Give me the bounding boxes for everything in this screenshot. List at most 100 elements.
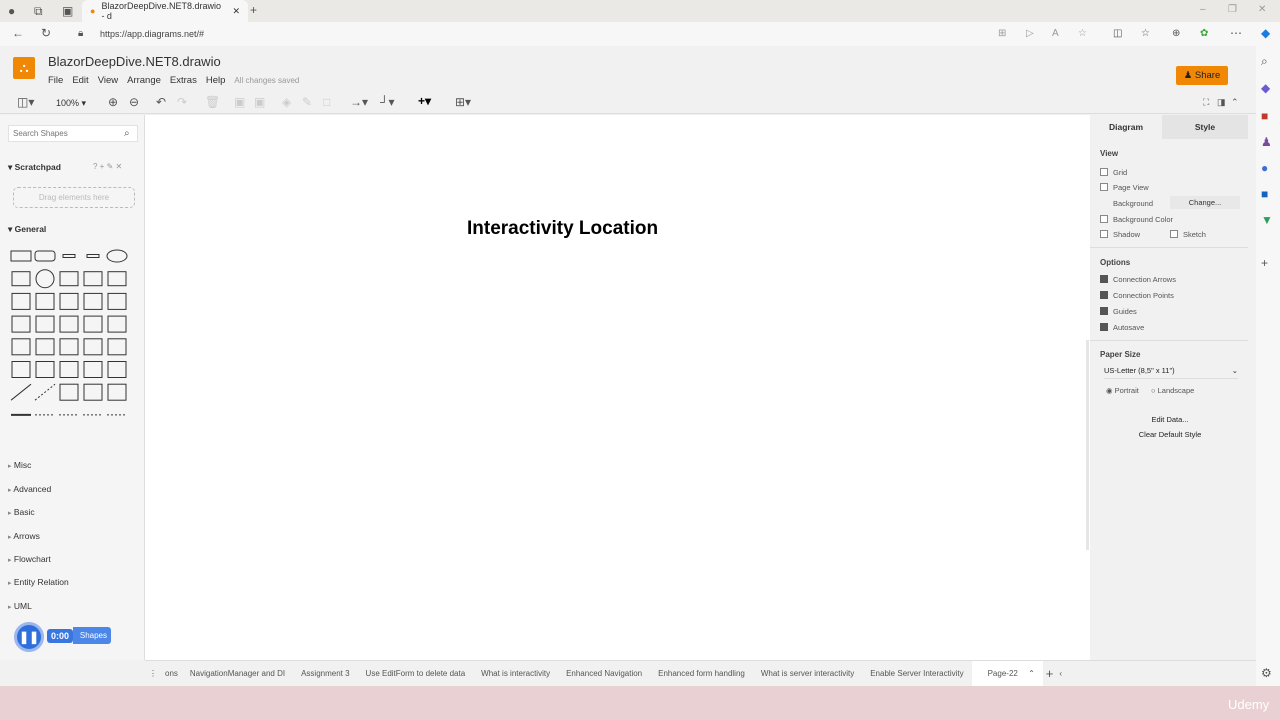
page-tab[interactable]: Use EditForm to delete data [358, 669, 474, 678]
insert-icon[interactable]: +▾ [418, 94, 431, 108]
sidebar-section-arrows[interactable]: ▸ Arrows [8, 531, 40, 541]
more-shapes-button[interactable]: Shapes [73, 627, 111, 644]
office-icon[interactable]: ● [1261, 161, 1268, 175]
vertical-scrollbar[interactable] [1086, 340, 1089, 550]
zoom-out-icon[interactable]: ⊖ [129, 95, 139, 109]
pages-menu-icon[interactable]: ⋮ [145, 669, 161, 678]
new-tab-icon[interactable]: + [250, 3, 257, 17]
shape-r2-c1[interactable] [35, 292, 55, 310]
general-header[interactable]: ▾ General [8, 224, 46, 235]
shape-r0-c1[interactable] [34, 250, 56, 262]
close-tab-icon[interactable]: ✕ [232, 6, 240, 17]
read-aloud-icon[interactable]: A [1052, 27, 1059, 41]
scratchpad-actions[interactable]: ? + ✎ ✕ [93, 162, 122, 171]
app-available-icon[interactable]: ⊞ [998, 27, 1006, 41]
shape-r4-c4[interactable] [107, 338, 127, 356]
sidebar-section-entity-relation[interactable]: ▸ Entity Relation [8, 577, 69, 587]
profile-icon[interactable]: ● [8, 4, 15, 18]
fill-color-icon[interactable]: ◈ [282, 95, 291, 109]
menu-view[interactable]: View [98, 75, 118, 86]
search-shapes-input[interactable] [8, 125, 138, 142]
page-tab[interactable]: Enhanced form handling [650, 669, 753, 678]
shape-r5-c0[interactable] [11, 361, 31, 378]
portrait-radio[interactable]: ◉ Portrait [1106, 386, 1139, 395]
shape-r2-c0[interactable] [11, 292, 31, 310]
zoom-in-icon[interactable]: ⊕ [108, 95, 118, 109]
page-tab[interactable]: ons [161, 669, 182, 678]
page-tab[interactable]: NavigationManager and DI [182, 669, 293, 678]
minimize-icon[interactable]: – [1200, 3, 1206, 17]
format-panel-icon[interactable]: ◫▾ [17, 95, 34, 109]
copilot-icon[interactable]: ◆ [1261, 26, 1270, 40]
refresh-icon[interactable]: ↻ [41, 26, 51, 40]
sketch-checkbox[interactable] [1170, 230, 1178, 238]
line-color-icon[interactable]: ✎ [302, 95, 312, 109]
edit-data-button[interactable]: Edit Data... [1102, 415, 1238, 424]
shape-r1-c1[interactable] [35, 269, 55, 289]
guides-checkbox[interactable] [1100, 307, 1108, 315]
shape-r4-c1[interactable] [35, 338, 55, 356]
sidebar-section-basic[interactable]: ▸ Basic [8, 507, 35, 517]
sidebar-section-flowchart[interactable]: ▸ Flowchart [8, 554, 51, 564]
shape-r3-c4[interactable] [107, 315, 127, 333]
extensions-icon[interactable]: ✿ [1200, 27, 1208, 41]
to-front-icon[interactable]: ▣ [234, 95, 245, 109]
background-color-checkbox[interactable] [1100, 215, 1108, 223]
maximize-icon[interactable]: ❐ [1228, 3, 1237, 17]
shape-r3-c2[interactable] [59, 315, 79, 333]
sidebar-section-advanced[interactable]: ▸ Advanced [8, 484, 51, 494]
shape-r3-c1[interactable] [35, 315, 55, 333]
shape-r2-c3[interactable] [83, 292, 103, 310]
shape-r0-c4[interactable] [106, 249, 128, 263]
tab-style[interactable]: Style [1162, 115, 1248, 139]
collections-icon[interactable]: ⊕ [1172, 27, 1180, 41]
connection-points-checkbox[interactable] [1100, 291, 1108, 299]
shape-r5-c1[interactable] [35, 361, 55, 378]
shape-r3-c3[interactable] [83, 315, 103, 333]
share-button[interactable]: ♟ Share [1176, 66, 1228, 85]
menu-extras[interactable]: Extras [170, 75, 197, 86]
shopping-tag-icon[interactable]: ◆ [1261, 81, 1270, 95]
more-menu-icon[interactable]: ⋯ [1230, 26, 1242, 40]
shape-r1-c4[interactable] [107, 271, 127, 287]
shadow-checkbox[interactable] [1100, 230, 1108, 238]
favorites-icon[interactable]: ☆ [1141, 27, 1150, 41]
table-icon[interactable]: ⊞▾ [455, 95, 471, 109]
shape-r5-c3[interactable] [83, 361, 103, 378]
menu-file[interactable]: File [48, 75, 63, 86]
outlook-icon[interactable]: ■ [1261, 187, 1268, 201]
waypoints-icon[interactable]: ┘▾ [380, 95, 395, 109]
favorite-star-icon[interactable]: ☆ [1078, 27, 1087, 41]
zoom-select[interactable]: 100% ▾ [56, 98, 86, 109]
shape-r6-c3[interactable] [83, 383, 103, 401]
scratchpad-header[interactable]: ▾ Scratchpad [8, 162, 61, 173]
file-title[interactable]: BlazorDeepDive.NET8.drawio [48, 54, 221, 69]
shape-r0-c2[interactable] [62, 254, 76, 258]
undo-icon[interactable]: ↶ [156, 95, 166, 109]
menu-help[interactable]: Help [206, 75, 226, 86]
grid-checkbox[interactable] [1100, 168, 1108, 176]
shape-r6-c1[interactable] [34, 383, 56, 401]
shape-r6-c4[interactable] [107, 383, 127, 401]
shape-r2-c4[interactable] [107, 292, 127, 310]
shape-r6-c2[interactable] [59, 383, 79, 401]
connection-arrows-checkbox[interactable] [1100, 275, 1108, 283]
shape-r0-c3[interactable] [86, 254, 100, 258]
send-icon[interactable]: ▼ [1261, 213, 1273, 227]
autosave-checkbox[interactable] [1100, 323, 1108, 331]
shape-r4-c0[interactable] [11, 338, 31, 356]
shape-r2-c2[interactable] [59, 292, 79, 310]
shape-r1-c3[interactable] [83, 271, 103, 287]
delete-icon[interactable]: 🗑︎ [205, 95, 220, 109]
tab-actions-icon[interactable]: ▣ [62, 4, 73, 18]
split-screen-icon[interactable]: ◫ [1113, 27, 1122, 41]
shape-r5-c4[interactable] [107, 361, 127, 378]
menu-edit[interactable]: Edit [72, 75, 88, 86]
fullscreen-icon[interactable]: ⛶ [1203, 95, 1209, 109]
tools-icon[interactable]: ■ [1261, 109, 1268, 123]
shape-r3-c0[interactable] [11, 315, 31, 333]
page-view-checkbox[interactable] [1100, 183, 1108, 191]
redo-icon[interactable]: ↷ [177, 95, 187, 109]
landscape-radio[interactable]: ○ Landscape [1151, 386, 1194, 395]
close-window-icon[interactable]: ✕ [1258, 3, 1266, 17]
